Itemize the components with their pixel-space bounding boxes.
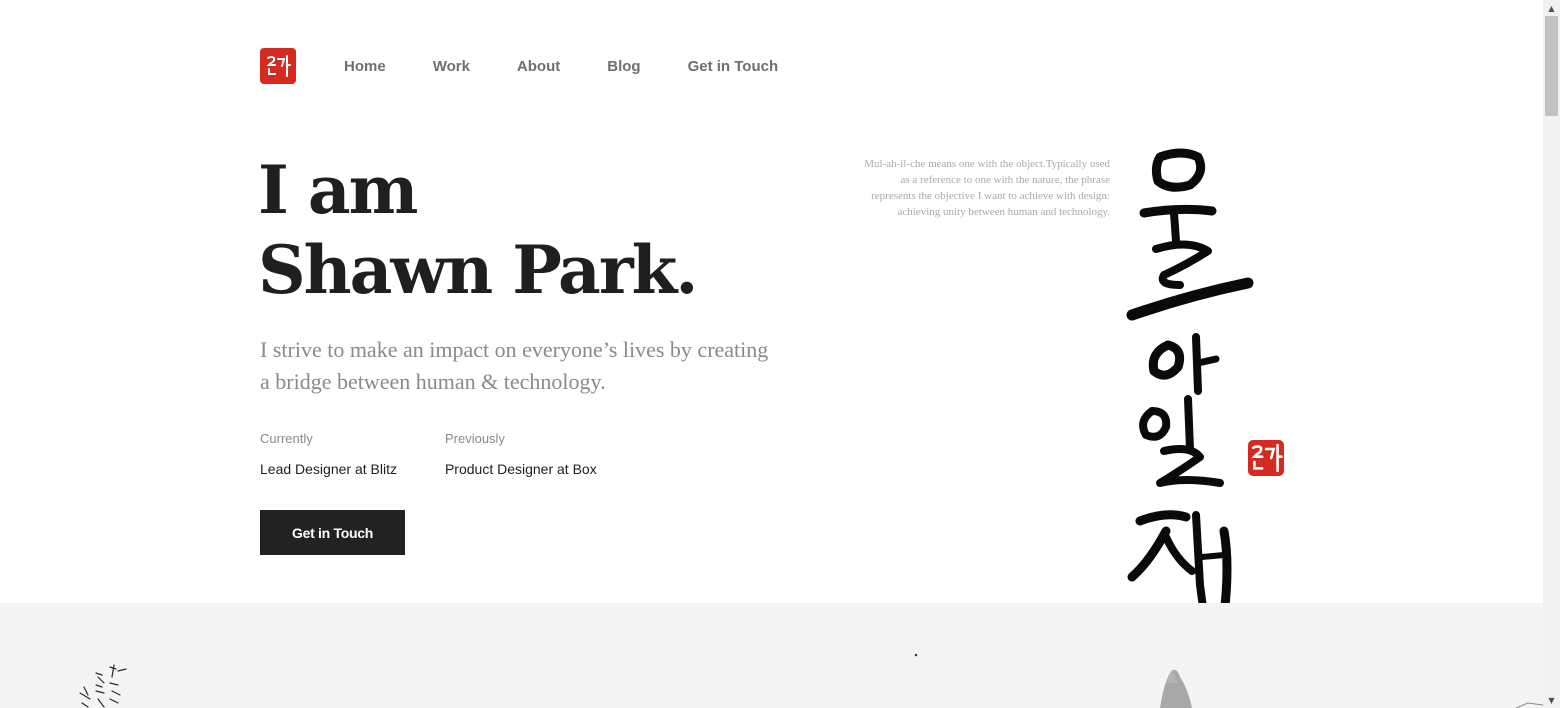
nav-about[interactable]: About <box>517 58 560 75</box>
roles: Currently Lead Designer at Blitz Previou… <box>260 430 645 478</box>
top-nav: Home Work About Blog Get in Touch <box>260 48 825 84</box>
nav-work[interactable]: Work <box>433 58 470 75</box>
nav-get-in-touch[interactable]: Get in Touch <box>688 58 779 75</box>
hero-title: I am Shawn Park. <box>258 150 698 310</box>
role-current-label: Currently <box>260 431 313 446</box>
hero-title-line1: I am <box>258 151 418 229</box>
nav-blog[interactable]: Blog <box>607 58 640 75</box>
role-previous: Previously Product Designer at Box <box>445 430 597 478</box>
role-current-value: Lead Designer at Blitz <box>260 461 397 477</box>
role-previous-label: Previously <box>444 431 505 446</box>
nav-home[interactable]: Home <box>344 58 386 75</box>
calligraphy-caption: Mul-ah-il-che means one with the object.… <box>864 158 1110 218</box>
role-previous-value: Product Designer at Box <box>444 461 597 477</box>
scroll-up-icon[interactable]: ▲ <box>1543 0 1560 16</box>
scroll-down-icon[interactable]: ▼ <box>1543 692 1560 708</box>
get-in-touch-button[interactable]: Get in Touch <box>260 510 405 555</box>
seal-stamp-icon <box>1248 440 1284 476</box>
hero-subtitle: I strive to make an impact on everyone’s… <box>260 337 769 394</box>
ink-painting-banner <box>0 603 1543 708</box>
calligraphy-image <box>1120 145 1260 625</box>
scrollbar-thumb[interactable] <box>1545 16 1558 116</box>
page: Home Work About Blog Get in Touch I am S… <box>0 0 1560 708</box>
hero-title-line2: Shawn Park. <box>258 231 698 309</box>
role-current: Currently Lead Designer at Blitz <box>260 430 397 478</box>
seal-logo-icon[interactable] <box>260 48 296 84</box>
vertical-scrollbar[interactable]: ▲ ▼ <box>1543 0 1560 708</box>
